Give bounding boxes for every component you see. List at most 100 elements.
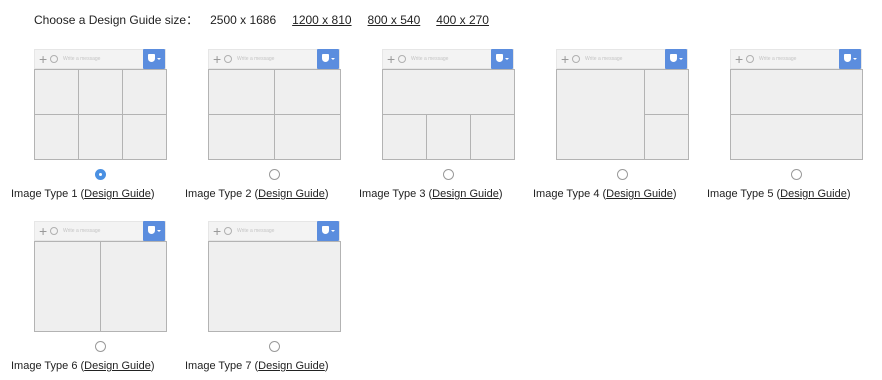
emoji-icon <box>50 227 58 235</box>
image-type-caption: Image Type 6 (Design Guide) <box>11 360 155 372</box>
plus-icon: + <box>39 223 48 239</box>
image-type-card-1: + Write a message Image Type 1 (Design Gui… <box>11 49 176 200</box>
caption-close: ) <box>150 360 155 372</box>
image-type-radio-3[interactable] <box>443 169 454 180</box>
message-placeholder: Write a message <box>63 228 101 234</box>
layout-grid <box>208 241 341 332</box>
layout-cell <box>34 69 79 115</box>
emoji-icon <box>224 55 232 63</box>
layout-cell <box>34 114 79 160</box>
shield-icon <box>322 226 329 234</box>
shield-icon <box>148 226 155 234</box>
layout-grid <box>208 69 341 160</box>
size-option-1200[interactable]: 1200 x 810 <box>292 13 351 27</box>
shield-button <box>665 49 687 69</box>
layout-preview: + Write a message <box>382 49 515 160</box>
caption-close: ) <box>672 188 677 200</box>
design-guide-link[interactable]: Design Guide <box>432 188 499 200</box>
layout-grid <box>34 69 167 160</box>
image-type-radio-7[interactable] <box>269 341 280 352</box>
preview-input-bar: + Write a message <box>208 49 340 69</box>
caret-down-icon <box>331 58 335 60</box>
layout-preview: + Write a message <box>730 49 863 160</box>
emoji-icon <box>50 55 58 63</box>
layout-cell <box>208 241 341 332</box>
image-type-radio-1[interactable] <box>95 169 106 180</box>
caption-label: Image Type 4 ( <box>533 188 607 200</box>
layout-cell <box>470 114 515 160</box>
caption-close: ) <box>324 188 329 200</box>
caret-down-icon <box>679 58 683 60</box>
plus-icon: + <box>561 51 570 67</box>
layout-cell <box>78 114 123 160</box>
layout-grid <box>34 241 167 332</box>
layout-cell <box>208 114 275 160</box>
caption-label: Image Type 2 ( <box>185 188 259 200</box>
caption-close: ) <box>846 188 851 200</box>
shield-icon <box>844 54 851 62</box>
image-type-radio-4[interactable] <box>617 169 628 180</box>
design-guide-link[interactable]: Design Guide <box>258 360 325 372</box>
caption-close: ) <box>498 188 503 200</box>
image-type-radio-2[interactable] <box>269 169 280 180</box>
image-type-caption: Image Type 3 (Design Guide) <box>359 188 503 200</box>
size-option-2500[interactable]: 2500 x 1686 <box>210 13 276 27</box>
layout-cell <box>644 69 689 115</box>
layout-cell <box>556 69 645 160</box>
shield-button <box>491 49 513 69</box>
preview-input-bar: + Write a message <box>208 221 340 241</box>
shield-button <box>143 221 165 241</box>
shield-icon <box>322 54 329 62</box>
caption-label: Image Type 7 ( <box>185 360 259 372</box>
image-type-caption: Image Type 1 (Design Guide) <box>11 188 155 200</box>
shield-icon <box>496 54 503 62</box>
layout-cell <box>274 114 341 160</box>
layout-cell <box>122 69 167 115</box>
image-type-card-3: + Write a message Image Type 3 (Design Gui… <box>359 49 524 200</box>
emoji-icon <box>224 227 232 235</box>
preview-input-bar: + Write a message <box>556 49 688 69</box>
layout-cell <box>382 69 515 115</box>
emoji-icon <box>398 55 406 63</box>
image-type-caption: Image Type 5 (Design Guide) <box>707 188 851 200</box>
caption-label: Image Type 5 ( <box>707 188 781 200</box>
size-option-400[interactable]: 400 x 270 <box>436 13 489 27</box>
shield-button <box>143 49 165 69</box>
plus-icon: + <box>39 51 48 67</box>
image-type-card-7: + Write a message Image Type 7 (Design Gui… <box>185 221 350 372</box>
caption-close: ) <box>324 360 329 372</box>
layout-cell <box>274 69 341 115</box>
message-placeholder: Write a message <box>585 56 623 62</box>
message-placeholder: Write a message <box>759 56 797 62</box>
design-guide-link[interactable]: Design Guide <box>258 188 325 200</box>
layout-cell <box>382 114 427 160</box>
message-placeholder: Write a message <box>411 56 449 62</box>
image-type-caption: Image Type 4 (Design Guide) <box>533 188 677 200</box>
message-placeholder: Write a message <box>237 228 275 234</box>
image-type-card-5: + Write a message Image Type 5 (Design Gui… <box>707 49 872 200</box>
layout-preview: + Write a message <box>556 49 689 160</box>
message-placeholder: Write a message <box>63 56 101 62</box>
layout-cell <box>78 69 123 115</box>
caret-down-icon <box>157 58 161 60</box>
layout-preview: + Write a message <box>208 49 341 160</box>
preview-input-bar: + Write a message <box>382 49 514 69</box>
layout-preview: + Write a message <box>34 221 167 332</box>
layout-cell <box>208 69 275 115</box>
design-guide-link[interactable]: Design Guide <box>780 188 847 200</box>
caret-down-icon <box>157 230 161 232</box>
size-option-800[interactable]: 800 x 540 <box>368 13 421 27</box>
caption-label: Image Type 6 ( <box>11 360 85 372</box>
design-guide-link[interactable]: Design Guide <box>84 360 151 372</box>
caret-down-icon <box>853 58 857 60</box>
design-guide-link[interactable]: Design Guide <box>606 188 673 200</box>
image-type-radio-6[interactable] <box>95 341 106 352</box>
plus-icon: + <box>387 51 396 67</box>
design-guide-link[interactable]: Design Guide <box>84 188 151 200</box>
image-type-radio-5[interactable] <box>791 169 802 180</box>
layout-preview: + Write a message <box>34 49 167 160</box>
layout-cell <box>100 241 167 332</box>
layout-cell <box>644 114 689 160</box>
image-type-card-2: + Write a message Image Type 2 (Design Gui… <box>185 49 350 200</box>
image-type-caption: Image Type 2 (Design Guide) <box>185 188 329 200</box>
